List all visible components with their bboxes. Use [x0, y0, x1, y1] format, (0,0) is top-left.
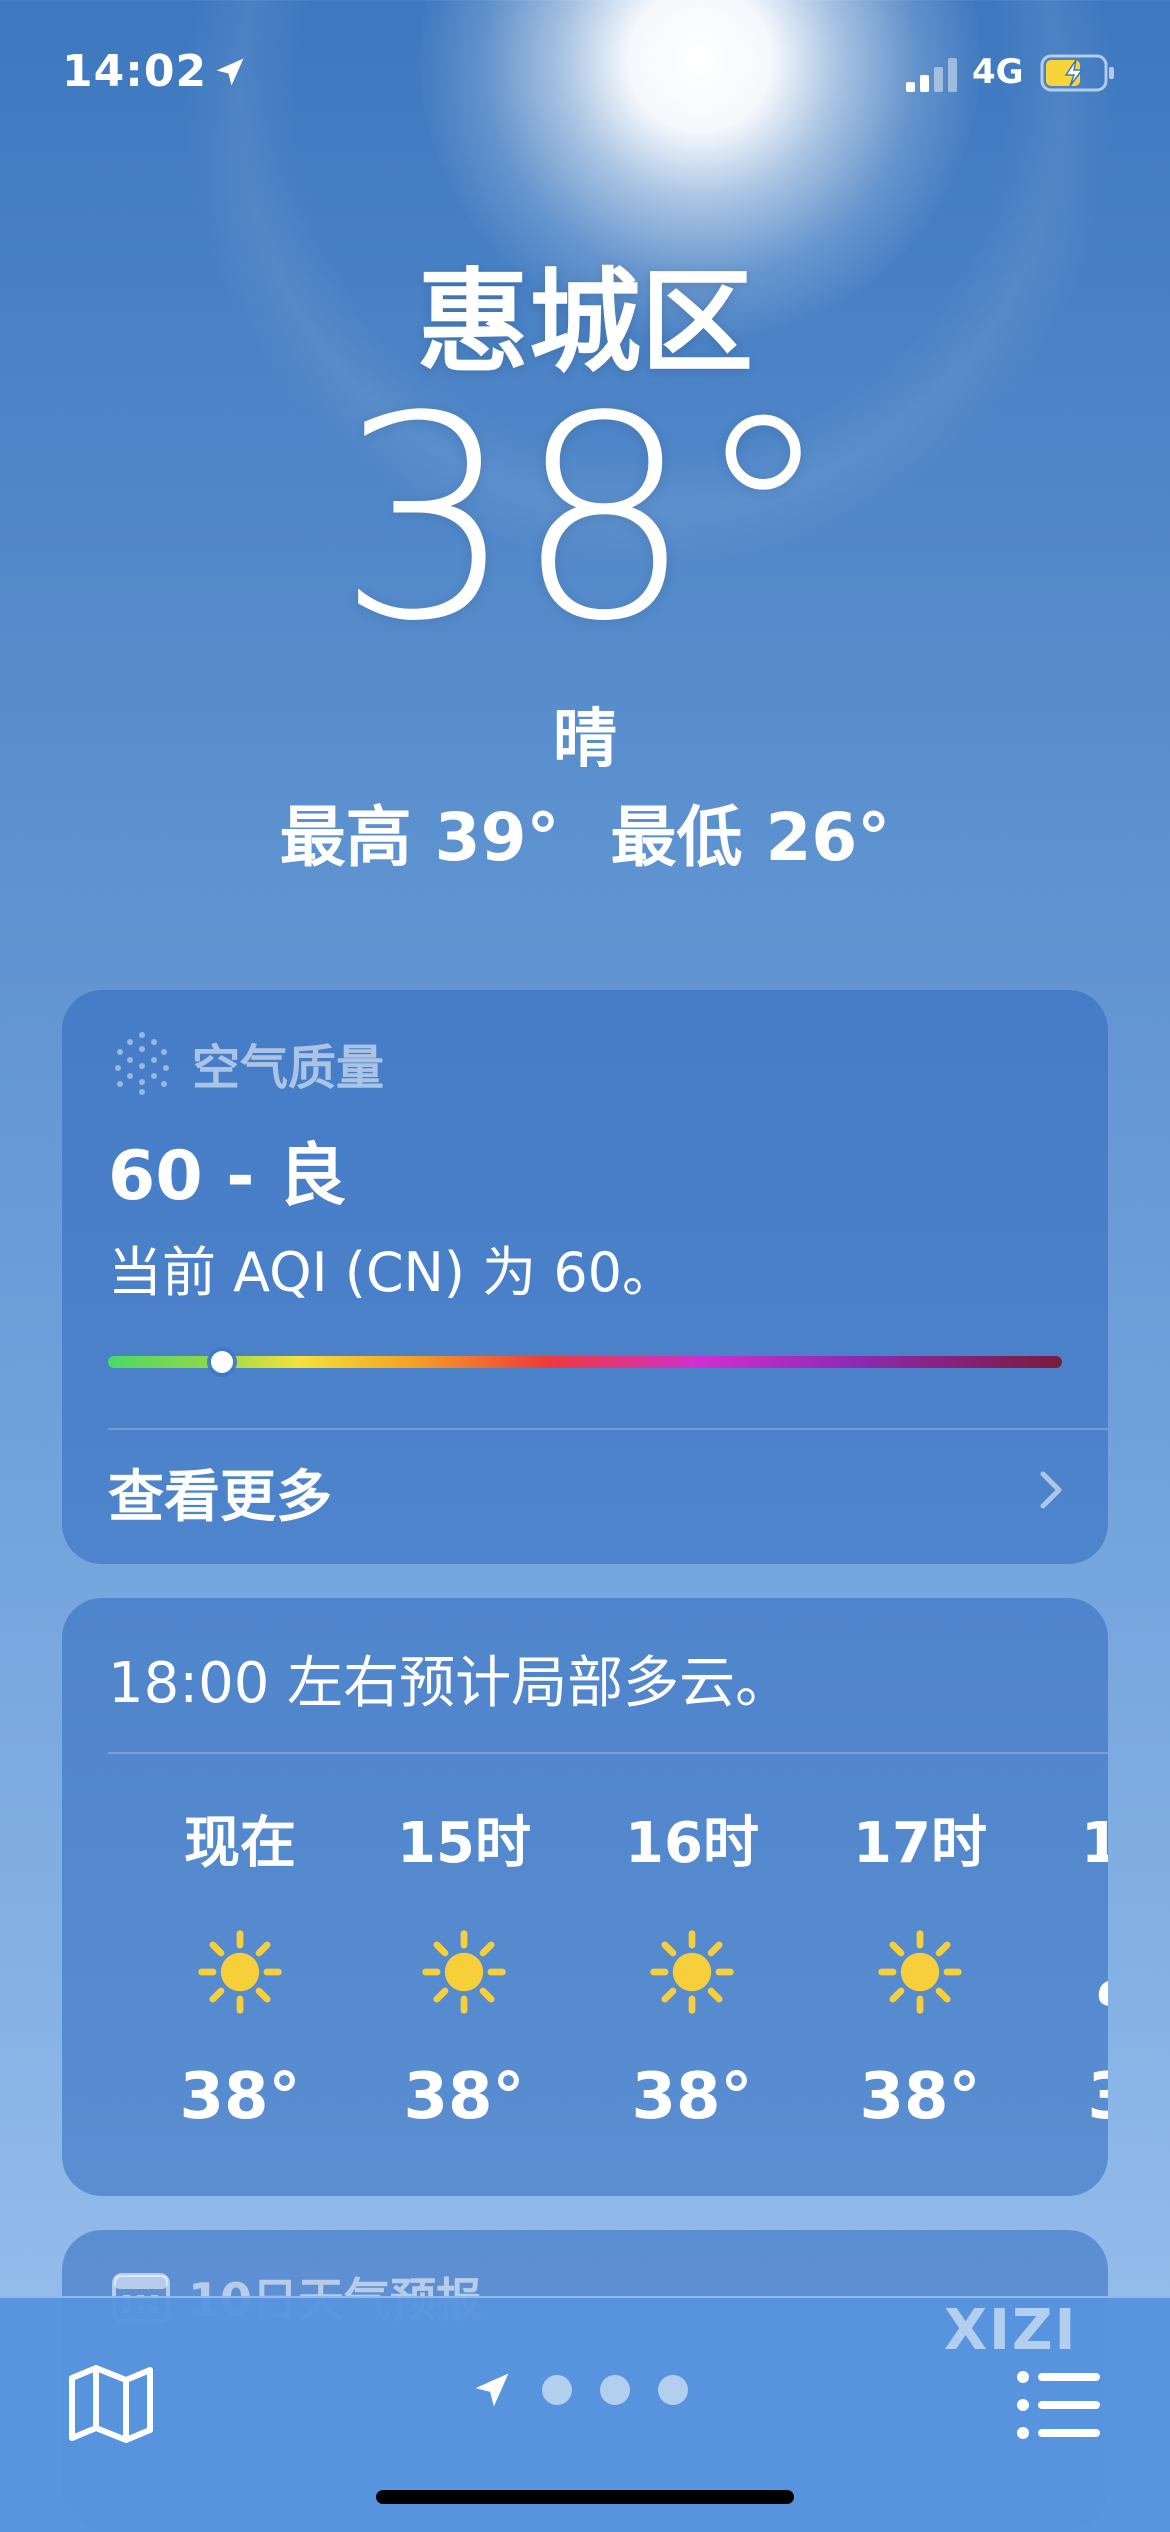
- status-time: 14:02: [62, 46, 208, 97]
- page-indicator[interactable]: [470, 2368, 688, 2412]
- high-low: 最高 39° 最低 26°: [0, 784, 1170, 880]
- home-indicator: [376, 2490, 794, 2504]
- hour-item: 18时 36°: [1058, 1804, 1108, 2134]
- network-type: 4G: [972, 52, 1024, 92]
- hour-label: 18时: [1081, 1811, 1108, 1876]
- air-quality-icon: [115, 1032, 169, 1095]
- battery-charging-icon: [1040, 54, 1114, 92]
- aqi-indicator-dot: [211, 1351, 234, 1373]
- current-location-icon[interactable]: [470, 2368, 514, 2412]
- hourly-forecast-card[interactable]: 18:00 左右预计局部多云。 现在 38° 15时 38° 16时 38° 17时 38° 1…: [62, 1598, 1108, 2196]
- page-dot[interactable]: [600, 2375, 630, 2405]
- sun-icon: [602, 1912, 782, 2032]
- partly-cloudy-icon: [1058, 1912, 1108, 2032]
- hour-label: 16时: [625, 1811, 759, 1876]
- aqi-see-more[interactable]: 查看更多: [108, 1452, 332, 1533]
- hour-temperature: 38°: [403, 2060, 525, 2134]
- hour-item: 17时 38°: [830, 1804, 1010, 2134]
- map-icon[interactable]: [68, 2364, 154, 2444]
- weather-condition: 晴: [553, 703, 617, 777]
- watermark: XIZI: [944, 2298, 1078, 2363]
- location-arrow-icon: [216, 58, 244, 86]
- hourly-divider: [108, 1752, 1108, 1754]
- sun-icon: [830, 1912, 1010, 2032]
- hour-item: 16时 38°: [602, 1804, 782, 2134]
- hour-temperature: 38°: [179, 2060, 301, 2134]
- page-dot[interactable]: [658, 2375, 688, 2405]
- hour-temperature: 38°: [859, 2060, 981, 2134]
- air-quality-card[interactable]: 空气质量 60 - 良 当前 AQI (CN) 为 60。 查看更多: [62, 990, 1108, 1564]
- high-temp: 最高 39°: [279, 799, 560, 876]
- hour-label: 17时: [853, 1811, 987, 1876]
- aqi-scale-bar: [108, 1351, 1062, 1373]
- signal-icon: [906, 58, 957, 92]
- hour-temperature: 38°: [631, 2060, 753, 2134]
- status-bar: 14:02 4G: [0, 0, 1170, 150]
- aqi-value: 60 - 良: [108, 1137, 347, 1216]
- list-icon[interactable]: [1016, 2368, 1104, 2442]
- aqi-description: 当前 AQI (CN) 为 60。: [108, 1241, 677, 1304]
- hour-label: 15时: [397, 1811, 531, 1876]
- hour-item: 现在 38°: [150, 1804, 330, 2134]
- page-dot[interactable]: [542, 2375, 572, 2405]
- hourly-summary: 18:00 左右预计局部多云。: [108, 1651, 792, 1716]
- low-temp: 最低 26°: [610, 799, 891, 876]
- chevron-right-icon[interactable]: [1038, 1470, 1064, 1510]
- air-quality-header: 空气质量: [112, 1028, 384, 1098]
- air-quality-title: 空气质量: [192, 1040, 385, 1096]
- sun-icon: [150, 1912, 330, 2032]
- current-temperature: 38°: [336, 357, 834, 683]
- hour-label: 现在: [184, 1811, 296, 1876]
- aqi-divider: [108, 1428, 1108, 1430]
- hour-temperature: 36°: [1058, 2060, 1108, 2134]
- hour-item: 15时 38°: [374, 1804, 554, 2134]
- hourly-scroll[interactable]: 现在 38° 15时 38° 16时 38° 17时 38° 18时 36°: [62, 1804, 1108, 2164]
- sun-icon: [374, 1912, 554, 2032]
